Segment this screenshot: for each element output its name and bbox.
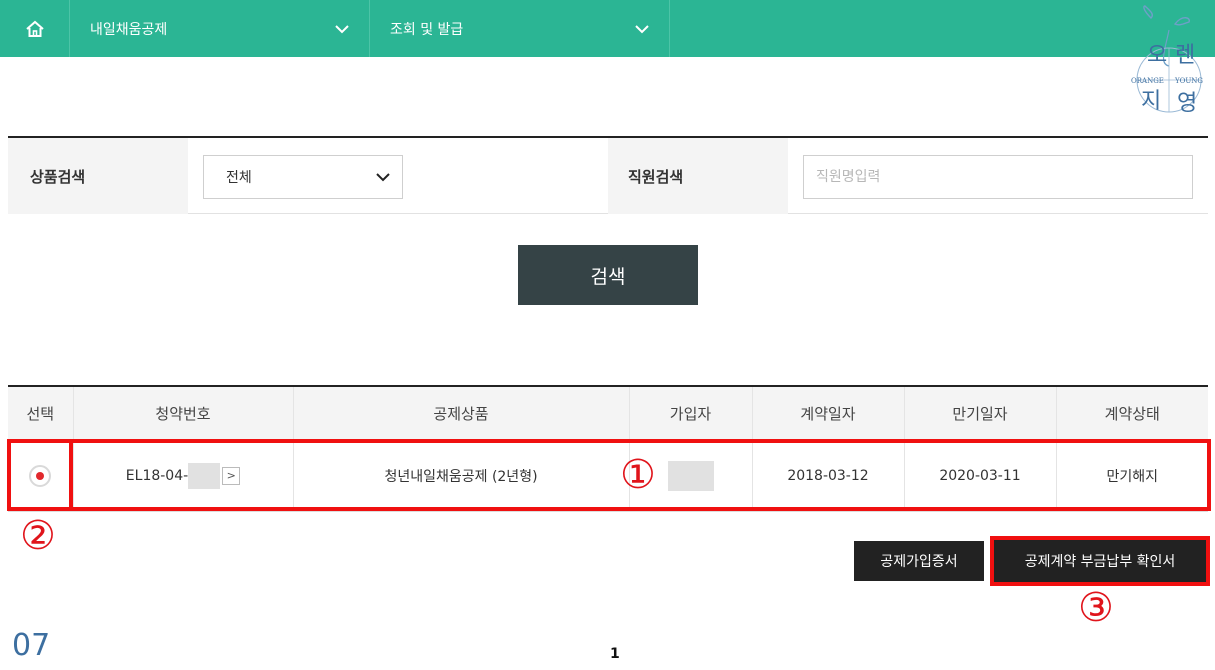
nav-menu-savings-label: 내일채움공제 bbox=[90, 21, 168, 38]
search-button[interactable]: 검색 bbox=[518, 245, 698, 305]
contract-number-cell: EL18-04- > bbox=[72, 441, 293, 512]
product-search-label: 상품검색 bbox=[8, 138, 188, 214]
contract-date-cell: 2018-03-12 bbox=[751, 441, 904, 512]
staff-search-label: 직원검색 bbox=[608, 138, 788, 214]
product-cell: 청년내일채움공제 (2년형) bbox=[292, 441, 629, 512]
chevron-down-icon bbox=[335, 24, 349, 33]
svg-text:렌: 렌 bbox=[1175, 43, 1195, 68]
chevron-down-icon bbox=[376, 173, 390, 182]
nav-menu-inquiry-label: 조회 및 발급 bbox=[390, 21, 464, 38]
svg-text:ORANGE: ORANGE bbox=[1131, 77, 1164, 85]
header-subscriber: 가입자 bbox=[628, 386, 752, 442]
svg-text:영: 영 bbox=[1177, 91, 1197, 116]
staff-name-input[interactable] bbox=[803, 155, 1193, 199]
search-panel: 상품검색 전체 직원검색 bbox=[8, 136, 1208, 214]
masked-subscriber-name bbox=[667, 461, 714, 491]
masked-contract-suffix bbox=[188, 463, 221, 489]
header-product: 공제상품 bbox=[292, 386, 629, 442]
header-contract-number: 청약번호 bbox=[72, 386, 293, 442]
payment-confirmation-button[interactable]: 공제계약 부금납부 확인서 bbox=[990, 536, 1210, 586]
nav-menu-inquiry[interactable]: 조회 및 발급 bbox=[370, 0, 670, 57]
chevron-right-icon[interactable]: > bbox=[222, 467, 241, 485]
contract-number-prefix: EL18-04- bbox=[125, 468, 189, 484]
svg-text:YOUNG: YOUNG bbox=[1174, 77, 1203, 85]
header-status: 계약상태 bbox=[1055, 386, 1208, 442]
annotation-marker-3: ③ bbox=[1078, 585, 1114, 631]
chevron-down-icon bbox=[635, 24, 649, 33]
product-select[interactable]: 전체 bbox=[203, 155, 403, 199]
status-cell: 만기해지 bbox=[1055, 441, 1208, 512]
annotation-marker-2: ② bbox=[20, 513, 56, 559]
certificate-button[interactable]: 공제가입증서 bbox=[854, 541, 984, 581]
header-select: 선택 bbox=[8, 386, 73, 442]
annotation-marker-1: ① bbox=[620, 452, 656, 498]
svg-text:지: 지 bbox=[1141, 89, 1161, 114]
maturity-date-cell: 2020-03-11 bbox=[903, 441, 1056, 512]
row-select-radio[interactable] bbox=[29, 465, 52, 487]
pagination-current-page[interactable]: 1 bbox=[610, 646, 620, 662]
select-cell bbox=[8, 441, 73, 512]
home-button[interactable] bbox=[0, 0, 70, 57]
orange-young-logo: 오 렌 ORANGE YOUNG 지 영 bbox=[1131, 5, 1203, 116]
product-select-value: 전체 bbox=[226, 170, 252, 186]
table-row[interactable]: EL18-04- > 청년내일채움공제 (2년형) 2018-03-12 2020… bbox=[8, 441, 1208, 512]
top-nav: 내일채움공제 조회 및 발급 bbox=[0, 0, 1215, 57]
slide-number: 07 bbox=[12, 628, 51, 663]
svg-text:오: 오 bbox=[1147, 43, 1167, 68]
home-icon bbox=[25, 20, 44, 37]
header-maturity-date: 만기일자 bbox=[903, 386, 1056, 442]
contract-table: 선택 청약번호 공제상품 가입자 계약일자 만기일자 계약상태 EL18-04-… bbox=[8, 385, 1208, 512]
header-contract-date: 계약일자 bbox=[751, 386, 904, 442]
nav-menu-savings[interactable]: 내일채움공제 bbox=[70, 0, 370, 57]
table-header-row: 선택 청약번호 공제상품 가입자 계약일자 만기일자 계약상태 bbox=[8, 386, 1208, 442]
